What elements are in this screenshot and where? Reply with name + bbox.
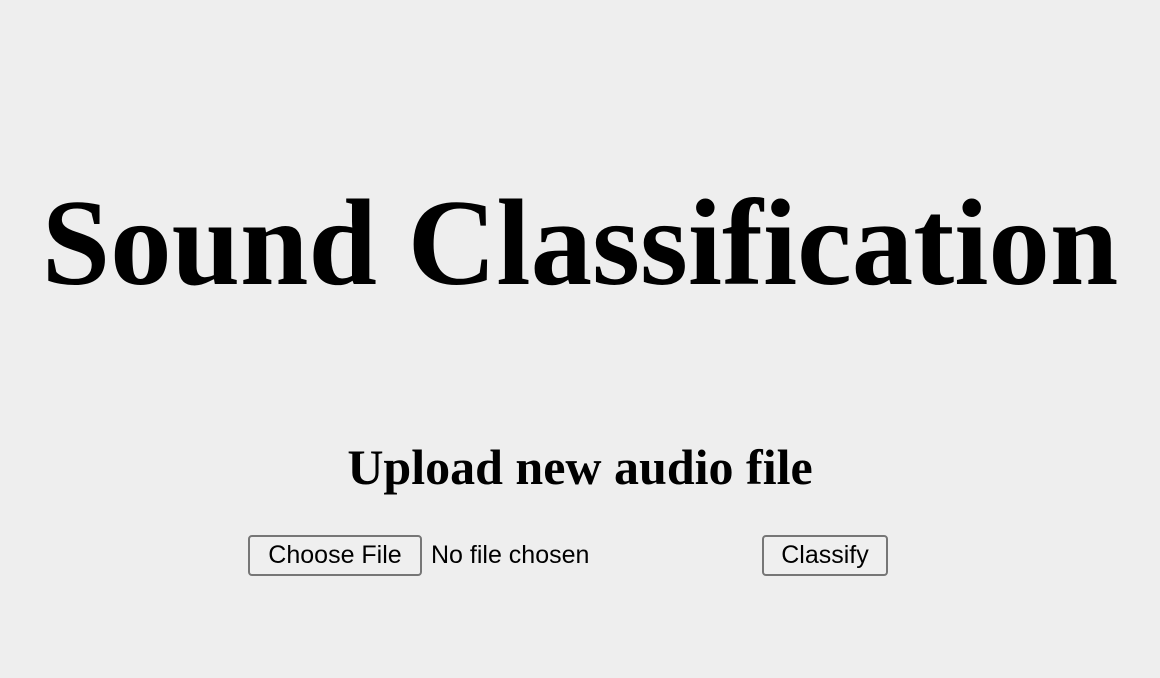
page-title: Sound Classification [41,174,1119,311]
choose-file-button[interactable]: Choose File [248,535,422,576]
classify-button[interactable]: Classify [762,535,888,576]
upload-heading: Upload new audio file [347,439,813,495]
file-status-text: No file chosen [431,541,590,569]
